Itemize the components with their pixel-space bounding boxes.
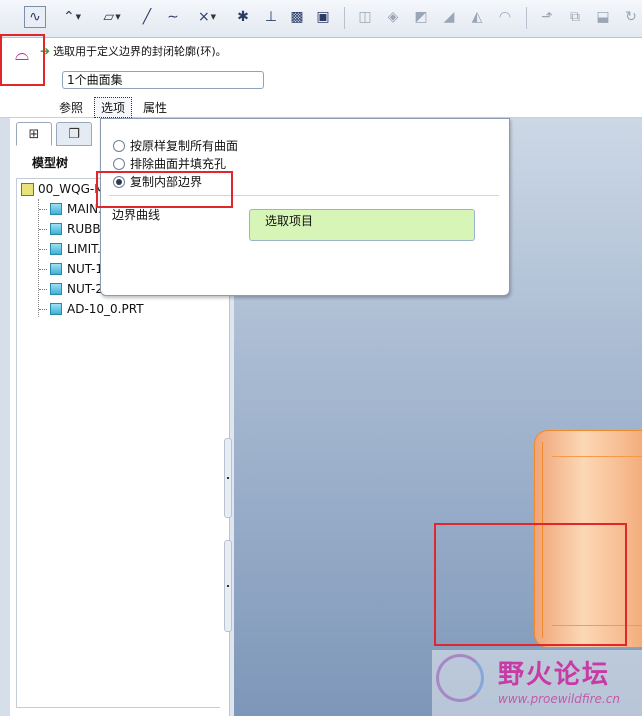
- dimension-icon[interactable]: ⊥: [260, 6, 282, 28]
- toolbar: ∿ ⌃ ▼ ▱ ▼ ╱ ∼ × ▼ ✱ ⊥ ▩ ▣ ◫ ◈ ◩ ◢ ◭ ◠ ⬏ ⧉ ⬓…: [0, 0, 642, 38]
- highlight-box: [434, 523, 627, 646]
- mirror-icon[interactable]: ◫: [354, 6, 376, 28]
- part-icon: [50, 303, 62, 315]
- paste-icon[interactable]: ⬓: [592, 6, 614, 28]
- boundary-curves-label: 边界曲线: [112, 208, 161, 222]
- tree-item[interactable]: NUT-1.: [39, 259, 107, 279]
- radio-copy-all-surfaces[interactable]: 按原样复制所有曲面: [113, 137, 238, 154]
- boundary-selection-field[interactable]: 选取项目: [249, 209, 475, 241]
- tree-item-label: AD-10_0.PRT: [67, 302, 144, 316]
- axis-icon[interactable]: ✱: [232, 6, 254, 28]
- tree-item[interactable]: AD-10_0.PRT: [39, 299, 144, 319]
- tree-root-label: 00_WQG-M: [38, 182, 105, 196]
- feature-dashboard: ⌓ ➔ 选取用于定义边界的封闭轮廓(环)。 1个曲面集 参照 选项 属性: [0, 38, 642, 118]
- radio-label: 按原样复制所有曲面: [130, 139, 239, 153]
- radio-button[interactable]: [113, 157, 125, 170]
- transform-icon[interactable]: ⬏: [536, 6, 558, 28]
- fill-icon[interactable]: ◢: [438, 6, 460, 28]
- model-tree-tab-icon[interactable]: ⊞: [16, 122, 52, 146]
- radio-exclude-and-fill[interactable]: 排除曲面并填充孔: [113, 155, 226, 172]
- centerline-icon[interactable]: ╱: [136, 6, 158, 28]
- surface-collector[interactable]: 1个曲面集: [62, 71, 264, 89]
- tree-root[interactable]: 00_WQG-M: [21, 179, 105, 199]
- prompt-text: 选取用于定义边界的封闭轮廓(环)。: [53, 45, 227, 58]
- watermark-logo: [436, 654, 484, 702]
- part-icon: [50, 203, 62, 215]
- rectangle-icon[interactable]: ▱ ▼: [94, 6, 130, 28]
- radio-button[interactable]: [113, 139, 125, 152]
- copy-icon[interactable]: ⧉: [564, 6, 586, 28]
- model-tree-title: 模型树: [32, 156, 69, 170]
- watermark: 野火论坛 www.proewildfire.cn: [432, 650, 642, 716]
- toolbar-separator: [526, 7, 527, 29]
- tree-item[interactable]: LIMIT.P: [39, 239, 108, 259]
- part-icon: [50, 263, 62, 275]
- tree-branch: [39, 208, 47, 210]
- dashboard-tabs: 参照 选项 属性: [52, 97, 178, 118]
- point-icon[interactable]: × ▼: [190, 6, 224, 28]
- assembly-icon: [21, 182, 34, 196]
- tree-branch: [39, 288, 47, 290]
- watermark-title: 野火论坛: [498, 660, 611, 690]
- highlight-box: [0, 34, 45, 86]
- part-icon: [50, 283, 62, 295]
- panel-splitter[interactable]: [224, 438, 232, 518]
- tree-branch: [39, 228, 47, 230]
- tree-branch: [39, 268, 47, 270]
- splitter-grip: [227, 585, 229, 587]
- tree-item[interactable]: RUBBE: [39, 219, 108, 239]
- message-prompt: ➔ 选取用于定义边界的封闭轮廓(环)。: [40, 43, 227, 59]
- tab-references[interactable]: 参照: [52, 97, 90, 118]
- radio-label: 排除曲面并填充孔: [130, 157, 227, 171]
- part-icon: [50, 223, 62, 235]
- merge-icon[interactable]: ◭: [466, 6, 488, 28]
- select-icon[interactable]: ▣: [312, 6, 334, 28]
- watermark-url: www.proewildfire.cn: [498, 692, 620, 706]
- tree-item[interactable]: NUT-2.: [39, 279, 107, 299]
- navigator-strip: [0, 118, 10, 716]
- constraint-icon[interactable]: ▩: [286, 6, 308, 28]
- extend-icon[interactable]: ◩: [410, 6, 432, 28]
- tab-options[interactable]: 选项: [94, 97, 133, 118]
- tree-branch: [39, 308, 47, 310]
- tab-properties[interactable]: 属性: [136, 97, 174, 118]
- navigator-tabs: ⊞ ❐: [16, 122, 92, 146]
- panel-splitter[interactable]: [224, 540, 232, 632]
- line-icon[interactable]: ⌃ ▼: [56, 6, 88, 28]
- spline-icon[interactable]: ∼: [162, 6, 184, 28]
- tree-branch: [39, 248, 47, 250]
- part-icon: [50, 243, 62, 255]
- folder-browser-tab-icon[interactable]: ❐: [56, 122, 92, 146]
- splitter-grip: [227, 477, 229, 479]
- highlight-box: [96, 171, 233, 208]
- sketch-curve-icon[interactable]: ∿: [24, 6, 46, 28]
- offset-icon[interactable]: ◠: [494, 6, 516, 28]
- rotate-icon[interactable]: ↻: [620, 6, 642, 28]
- toolbar-separator: [344, 7, 345, 29]
- trim-icon[interactable]: ◈: [382, 6, 404, 28]
